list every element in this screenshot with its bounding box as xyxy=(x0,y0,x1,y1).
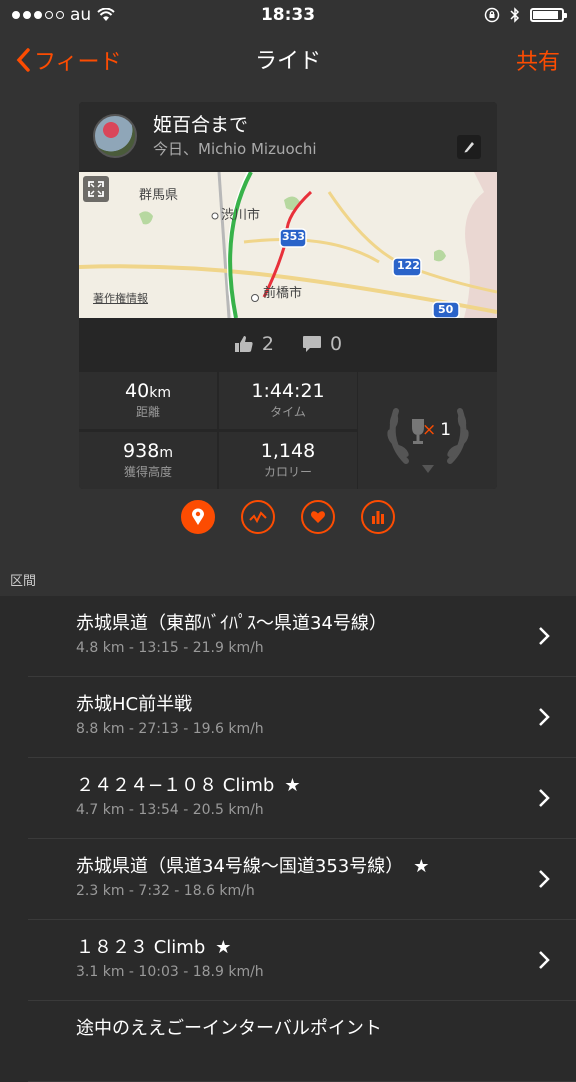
route-shield-50: 50 xyxy=(438,303,454,316)
segment-detail: 4.8 km - 13:15 - 21.9 km/h xyxy=(76,640,264,656)
avatar[interactable] xyxy=(93,114,137,158)
route-shield-122: 122 xyxy=(397,259,420,272)
stats-grid: 40km 距離 1:44:21 タイム 938m 獲得高度 1,148 カロリー xyxy=(79,372,497,489)
segment-name: 赤城HC前半戦 xyxy=(76,694,193,715)
carrier-label: au xyxy=(70,5,92,25)
activity-subtitle: 今日、Michio Mizuochi xyxy=(153,140,317,158)
achievement-count-value: 1 xyxy=(440,420,452,440)
stat-elevation: 938m 獲得高度 xyxy=(79,432,217,489)
calories-label: カロリー xyxy=(263,465,312,479)
elevation-label: 獲得高度 xyxy=(123,465,172,479)
segment-name: 途中のええごーインターバルポイント xyxy=(76,1018,382,1039)
segment-detail: 4.7 km - 13:54 - 20.5 km/h xyxy=(76,802,264,818)
segment-row[interactable]: １８２３ Climb ★ 3.1 km - 10:03 - 18.9 km/h xyxy=(0,920,576,1001)
back-label: フィード xyxy=(34,50,122,75)
segment-row[interactable]: 赤城県道（東部ﾊﾞｲﾊﾟｽ〜県道34号線） 4.8 km - 13:15 - 2… xyxy=(0,596,576,677)
tab-analysis[interactable] xyxy=(241,500,275,534)
map-pin-icon xyxy=(192,508,204,525)
segment-detail: 8.8 km - 27:13 - 19.6 km/h xyxy=(76,721,264,737)
page-title: ライド xyxy=(254,49,321,74)
time-label: タイム xyxy=(270,405,306,419)
map-label-city1: 渋川市 xyxy=(221,208,261,223)
chevron-right-icon xyxy=(539,708,550,726)
segment-detail: 3.1 km - 10:03 - 18.9 km/h xyxy=(76,964,264,980)
star-icon: ★ xyxy=(284,775,301,796)
stat-distance: 40km 距離 xyxy=(79,372,217,429)
time-value: 1:44:21 xyxy=(251,380,325,402)
activity-tabs xyxy=(0,500,576,540)
back-button[interactable]: フィード xyxy=(16,44,122,76)
route-shield-353: 353 xyxy=(282,230,305,243)
wifi-icon xyxy=(97,8,115,21)
achievement-count: × 1 xyxy=(422,420,451,440)
map-label-prefecture: 群馬県 xyxy=(139,188,179,203)
segment-list: 赤城県道（東部ﾊﾞｲﾊﾟｽ〜県道34号線） 4.8 km - 13:15 - 2… xyxy=(0,596,576,1082)
segment-name: 赤城県道（東部ﾊﾞｲﾊﾟｽ〜県道34号線） xyxy=(76,613,387,634)
signal-strength-icon xyxy=(12,11,64,19)
segments-header: 区間 xyxy=(10,574,37,589)
pulse-icon xyxy=(249,511,267,524)
distance-label: 距離 xyxy=(135,405,160,419)
chevron-right-icon xyxy=(539,789,550,807)
thumbs-up-icon xyxy=(234,336,253,352)
calories-value: 1,148 xyxy=(260,440,316,462)
tab-segments[interactable] xyxy=(181,500,215,534)
star-icon: ★ xyxy=(215,937,232,958)
bar-chart-icon xyxy=(372,511,384,524)
activity-header: 姫百合まで 今日、Michio Mizuochi xyxy=(79,102,497,170)
activity-title: 姫百合まで xyxy=(153,114,249,136)
tab-stats[interactable] xyxy=(361,500,395,534)
segment-detail: 2.3 km - 7:32 - 18.6 km/h xyxy=(76,883,255,899)
map-label-city2: 前橋市 xyxy=(263,286,303,301)
segment-row[interactable]: ２４２４−１０８ Climb ★ 4.7 km - 13:54 - 20.5 km… xyxy=(0,758,576,839)
battery-level xyxy=(533,11,558,19)
status-left: au xyxy=(12,5,115,25)
activity-card: 姫百合まで 今日、Michio Mizuochi 群馬県 渋川市 前橋市 353… xyxy=(79,102,497,489)
segment-name: 赤城県道（県道34号線〜国道353号線） ★ xyxy=(76,856,430,877)
stat-time: 1:44:21 タイム xyxy=(219,372,357,429)
segment-row[interactable]: 途中のええごーインターバルポイント xyxy=(0,1001,576,1082)
chevron-left-icon xyxy=(16,48,30,72)
achievements-button[interactable]: × 1 xyxy=(358,372,497,489)
kudos-count: 2 xyxy=(261,333,274,355)
status-bar: au 18:33 xyxy=(0,0,576,30)
segment-name: １８２３ Climb ★ xyxy=(76,937,232,958)
segment-row[interactable]: 赤城HC前半戦 8.8 km - 27:13 - 19.6 km/h xyxy=(0,677,576,758)
nav-bar: フィード ライド 共有 xyxy=(0,30,576,88)
tab-heart-rate[interactable] xyxy=(301,500,335,534)
elevation-value: 938m xyxy=(123,440,173,462)
battery-icon xyxy=(530,8,567,22)
heart-icon xyxy=(311,511,325,523)
orientation-lock-icon xyxy=(484,7,500,23)
chevron-right-icon xyxy=(539,951,550,969)
stat-calories: 1,148 カロリー xyxy=(219,432,357,489)
social-row: 2 0 xyxy=(79,322,497,366)
expand-icon xyxy=(88,181,104,197)
share-button[interactable]: 共有 xyxy=(516,44,560,76)
comment-icon xyxy=(303,336,321,352)
pencil-icon xyxy=(464,142,474,153)
chevron-right-icon xyxy=(539,870,550,888)
star-icon: ★ xyxy=(413,856,430,877)
expand-map-button[interactable] xyxy=(83,176,109,202)
chevron-right-icon xyxy=(539,627,550,645)
bluetooth-icon xyxy=(510,7,520,23)
segment-name: ２４２４−１０８ Climb ★ xyxy=(76,775,301,796)
comments-button[interactable]: 0 xyxy=(302,333,342,355)
comment-count: 0 xyxy=(330,333,343,355)
edit-button[interactable] xyxy=(457,135,481,159)
segment-row[interactable]: 赤城県道（県道34号線〜国道353号線） ★ 2.3 km - 7:32 - 18… xyxy=(0,839,576,920)
status-right xyxy=(484,7,567,23)
achievement-multiplier: × xyxy=(422,420,437,440)
distance-value: 40km xyxy=(125,380,171,402)
route-map[interactable]: 群馬県 渋川市 前橋市 353 122 50 著作権情報 xyxy=(79,172,497,318)
kudos-button[interactable]: 2 xyxy=(234,333,274,355)
map-copyright-link[interactable]: 著作権情報 xyxy=(93,290,148,306)
